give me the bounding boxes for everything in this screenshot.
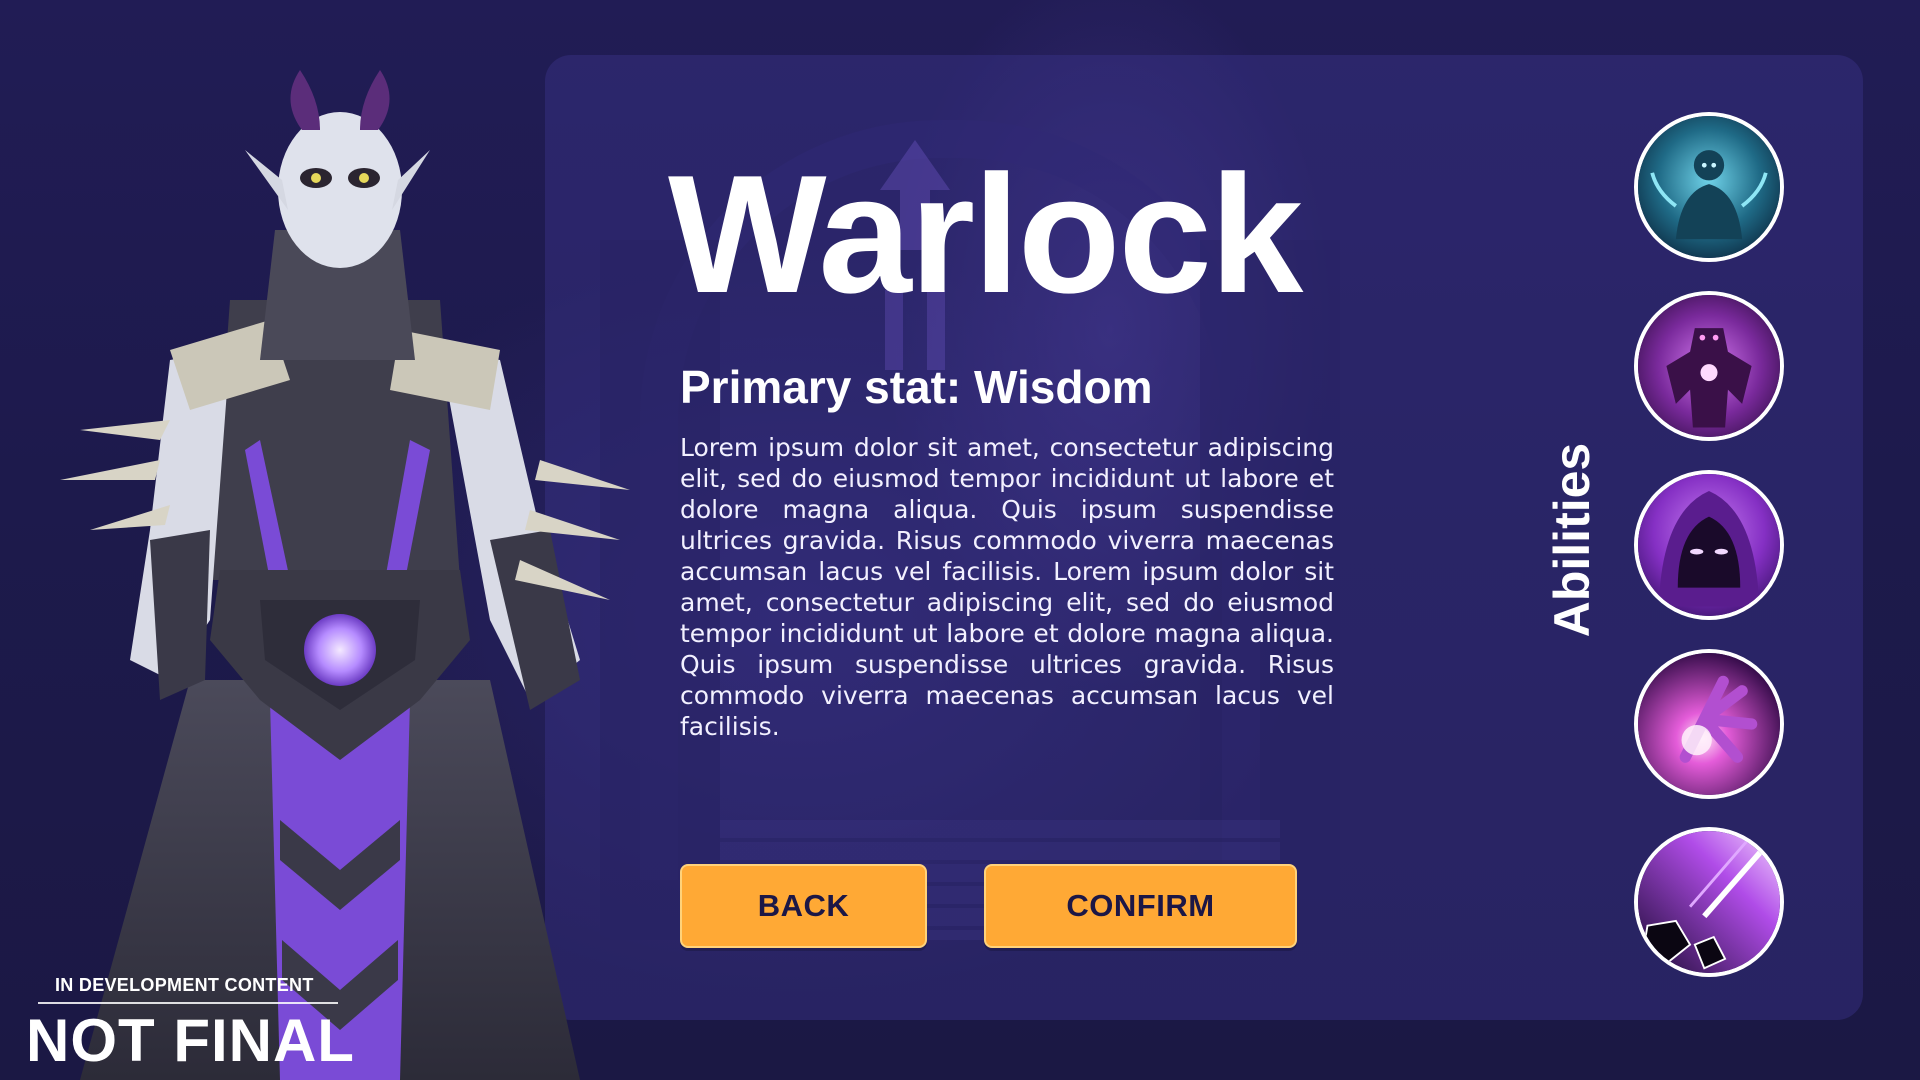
class-title: Warlock <box>668 140 1303 328</box>
abilities-heading: Abilities <box>1544 442 1600 638</box>
warlock-character-portrait <box>60 70 630 1080</box>
class-description: Lorem ipsum dolor sit amet, consectetur … <box>680 433 1334 741</box>
confirm-button[interactable]: CONFIRM <box>984 864 1297 948</box>
dev-content-notice: IN DEVELOPMENT CONTENT <box>55 975 314 995</box>
ghost-form-icon <box>1638 116 1780 258</box>
ability-slot-2[interactable] <box>1634 291 1784 441</box>
ability-slot-5[interactable] <box>1634 827 1784 977</box>
ability-slot-3[interactable] <box>1634 470 1784 620</box>
ability-slot-4[interactable] <box>1634 649 1784 799</box>
hooded-figure-icon <box>1638 474 1780 616</box>
meteor-strike-icon <box>1638 831 1780 973</box>
not-final-watermark: NOT FINAL <box>26 1007 355 1074</box>
arcane-blast-icon <box>1638 653 1780 795</box>
shadow-demon-icon <box>1638 295 1780 437</box>
primary-stat-label: Primary stat: Wisdom <box>680 361 1153 413</box>
back-button[interactable]: BACK <box>680 864 927 948</box>
watermark-divider <box>38 1002 338 1004</box>
ability-slot-1[interactable] <box>1634 112 1784 262</box>
